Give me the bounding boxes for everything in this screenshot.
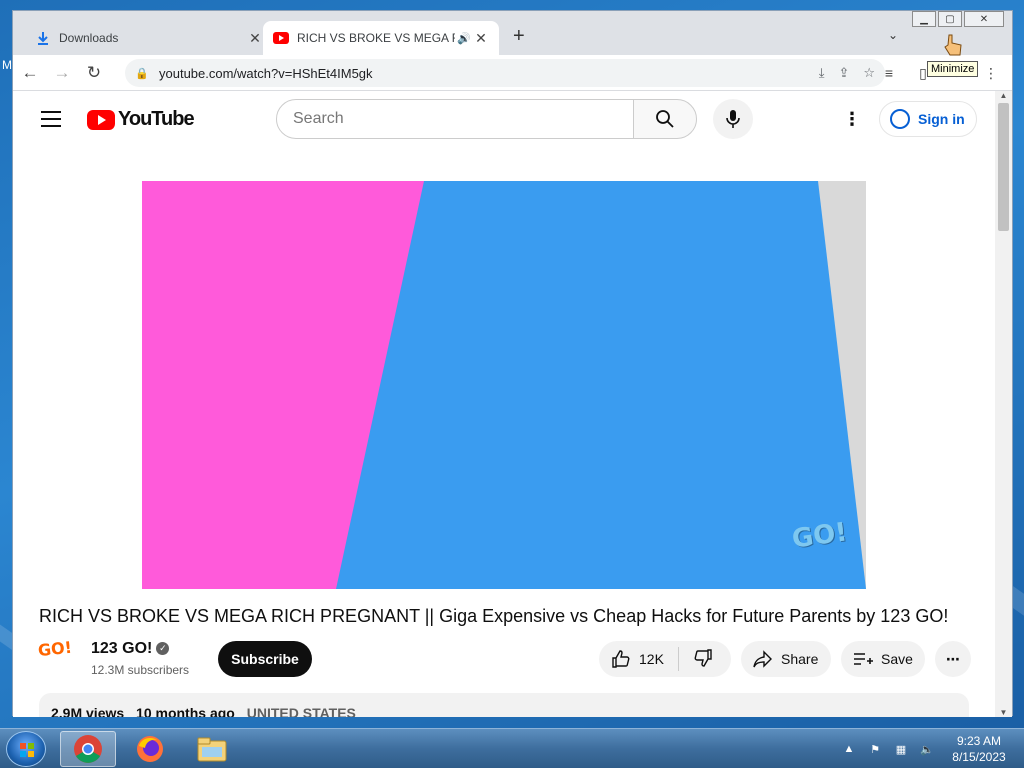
browser-window: Downloads ✕ RICH VS BROKE VS MEGA RICH P…: [12, 10, 1013, 717]
playlist-add-icon: [853, 651, 873, 667]
tooltip: Minimize: [927, 61, 979, 77]
like-dislike-group: 12K: [599, 641, 731, 677]
youtube-logo[interactable]: YouTube: [87, 108, 195, 131]
clock-date: 8/15/2023: [952, 750, 1006, 764]
page-scrollbar[interactable]: ▲ ▼: [995, 91, 1012, 717]
save-label: Save: [881, 651, 913, 667]
show-hidden-icons-icon[interactable]: ▲: [840, 741, 858, 757]
hand-cursor-icon: [944, 34, 962, 56]
youtube-header: YouTube Search ⋮ Sign in: [13, 91, 996, 147]
scroll-down-icon[interactable]: ▼: [995, 708, 1012, 717]
tab-downloads[interactable]: Downloads ✕: [25, 21, 273, 55]
taskbar-firefox[interactable]: [122, 731, 178, 767]
search-button[interactable]: [633, 99, 697, 139]
hamburger-menu-icon[interactable]: [41, 111, 61, 132]
share-label: Share: [781, 651, 819, 667]
tab-close-icon[interactable]: ✕: [247, 30, 263, 47]
browser-toolbar: ← → ↻ 🔒 youtube.com/watch?v=HShEt4IM5gk …: [13, 55, 1012, 91]
windows-logo-icon: [20, 743, 34, 757]
url-text: youtube.com/watch?v=HShEt4IM5gk: [159, 65, 373, 81]
scrollbar-thumb[interactable]: [998, 103, 1009, 231]
address-bar[interactable]: 🔒 youtube.com/watch?v=HShEt4IM5gk ⤓ ⇪ ☆: [125, 59, 885, 87]
like-count: 12K: [639, 651, 664, 667]
start-button[interactable]: [6, 731, 46, 767]
subscribe-button[interactable]: Subscribe: [218, 641, 312, 677]
scroll-up-icon[interactable]: ▲: [995, 91, 1012, 100]
clock[interactable]: 9:23 AM 8/15/2023: [944, 733, 1014, 765]
description-box[interactable]: 2.9M views 10 months ago UNITED STATES: [39, 693, 969, 717]
taskbar-explorer[interactable]: [184, 731, 240, 767]
forward-button[interactable]: →: [47, 58, 77, 88]
search-input[interactable]: Search: [276, 99, 634, 139]
maximize-button[interactable]: ▢: [938, 11, 962, 27]
more-actions-icon[interactable]: ⋯: [935, 641, 971, 677]
share-arrow-icon: [753, 650, 773, 668]
menu-kebab-icon[interactable]: ⋮: [980, 62, 1002, 84]
video-player[interactable]: GO!: [142, 181, 866, 589]
clock-time: 9:23 AM: [956, 734, 1002, 748]
location-tag[interactable]: UNITED STATES: [247, 705, 356, 717]
account-icon: [890, 109, 910, 129]
settings-kebab-icon[interactable]: ⋮: [843, 109, 861, 130]
search-icon: [656, 110, 674, 128]
taskbar: ▲ ⚑ ▦ 🔈 9:23 AM 8/15/2023: [0, 728, 1024, 768]
tab-title: RICH VS BROKE VS MEGA RICH PREGNANT || G…: [297, 31, 455, 45]
bookmark-star-icon[interactable]: ☆: [863, 65, 875, 81]
tab-strip: Downloads ✕ RICH VS BROKE VS MEGA RICH P…: [13, 11, 1012, 55]
taskbar-chrome[interactable]: [60, 731, 116, 767]
youtube-play-icon: [87, 109, 115, 130]
thumbs-up-icon: [611, 649, 631, 669]
verified-check-icon: ✓: [156, 642, 170, 656]
network-icon[interactable]: ▦: [892, 741, 910, 757]
action-center-flag-icon[interactable]: ⚑: [866, 741, 884, 757]
sign-in-label: Sign in: [918, 111, 965, 127]
channel-name: 123 GO!: [91, 640, 153, 657]
install-app-icon[interactable]: ⤓: [819, 65, 825, 81]
video-title: RICH VS BROKE VS MEGA RICH PREGNANT || G…: [39, 606, 949, 626]
subscriber-count: 12.3M subscribers: [91, 663, 190, 677]
channel-name-wrap[interactable]: 123 GO! ✓: [91, 640, 170, 658]
video-frame-pink-edge: [336, 181, 424, 589]
view-count: 2.9M views: [51, 705, 125, 717]
share-page-icon[interactable]: ⇪: [838, 65, 849, 81]
tab-youtube[interactable]: RICH VS BROKE VS MEGA RICH PREGNANT || G…: [263, 21, 499, 55]
audio-playing-icon[interactable]: 🔊: [455, 32, 473, 45]
microphone-icon: [726, 110, 740, 128]
desktop-icon-label: M: [2, 58, 12, 72]
media-control-icon[interactable]: ≡: [878, 62, 900, 84]
window-controls: ▁ ▢ ✕: [912, 11, 1004, 27]
lock-icon: 🔒: [135, 67, 149, 80]
firefox-icon: [137, 736, 163, 762]
share-button[interactable]: Share: [741, 641, 831, 677]
volume-muted-icon[interactable]: 🔈: [918, 741, 936, 757]
back-button[interactable]: ←: [15, 58, 45, 88]
tab-close-icon[interactable]: ✕: [473, 30, 489, 47]
dislike-button[interactable]: [679, 648, 713, 671]
search-placeholder: Search: [293, 110, 344, 127]
chevron-down-icon[interactable]: ⌄: [888, 28, 898, 42]
download-icon: [35, 30, 51, 46]
folder-icon: [197, 737, 227, 762]
new-tab-button[interactable]: +: [513, 25, 525, 48]
minimize-button[interactable]: ▁: [912, 11, 936, 27]
channel-avatar[interactable]: GO!: [37, 637, 81, 681]
reload-button[interactable]: ↻: [79, 58, 109, 88]
thumbs-down-icon: [693, 648, 713, 671]
save-button[interactable]: Save: [841, 641, 925, 677]
youtube-page: YouTube Search ⋮ Sign in GO! RICH VS BRO: [13, 91, 996, 717]
sign-in-button[interactable]: Sign in: [879, 101, 977, 137]
omnibox-actions: ⤓ ⇪ ☆: [819, 65, 875, 81]
chrome-icon: [74, 735, 102, 763]
like-button[interactable]: 12K: [599, 647, 679, 671]
channel-row: GO! 123 GO! ✓ 12.3M subscribers Subscribe…: [37, 637, 979, 681]
youtube-icon: [273, 30, 289, 46]
voice-search-button[interactable]: [713, 99, 753, 139]
logo-text: YouTube: [118, 108, 195, 130]
tab-title: Downloads: [59, 31, 119, 45]
upload-age: 10 months ago: [136, 705, 235, 717]
video-frame-pink-shape: [142, 181, 336, 589]
system-tray: ▲ ⚑ ▦ 🔈 9:23 AM 8/15/2023: [840, 729, 1014, 768]
close-window-button[interactable]: ✕: [964, 11, 1004, 27]
